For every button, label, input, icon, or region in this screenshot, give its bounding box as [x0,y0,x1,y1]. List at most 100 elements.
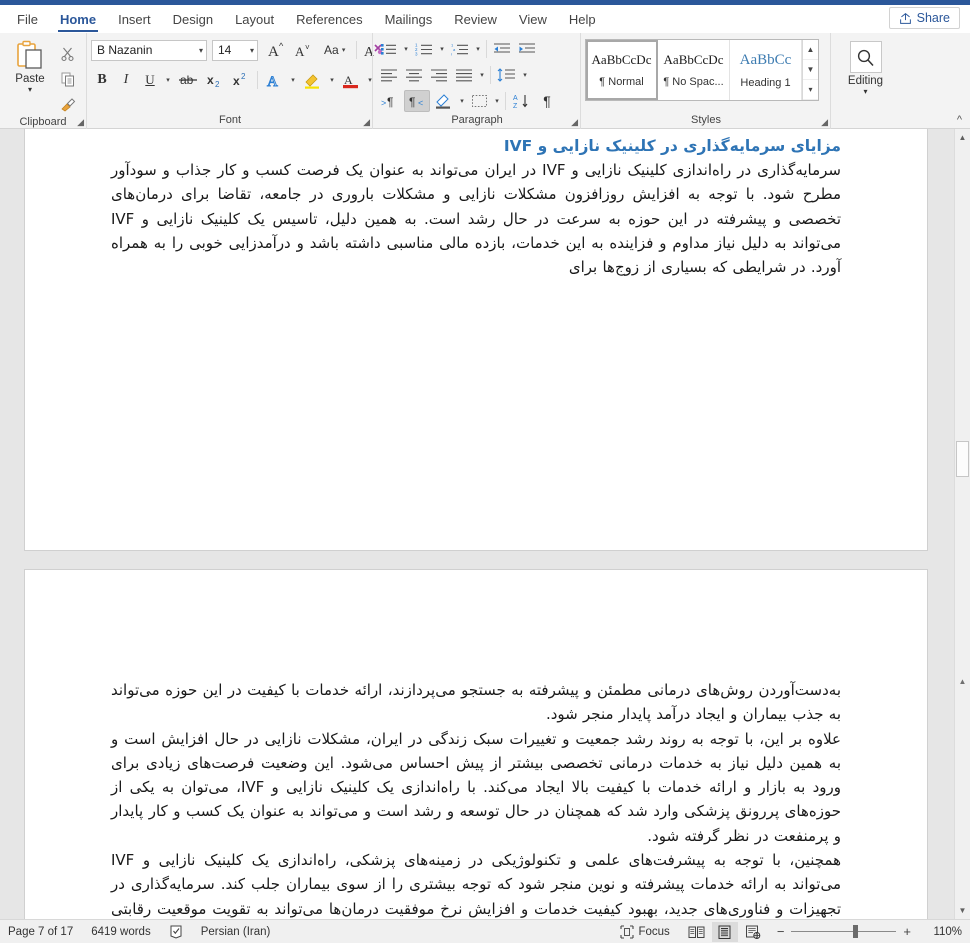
editing-button[interactable]: Editing ▾ [838,37,894,96]
clipboard-dialog-launcher[interactable]: ◢ [77,117,84,128]
group-label-paragraph: Paragraph [451,114,503,126]
superscript-button[interactable]: x2 [229,69,253,91]
scroll-split-icon[interactable]: ▲ [955,674,970,688]
style-no-spacing[interactable]: AaBbCcDc ¶ No Spac... [658,40,730,100]
share-icon [899,12,912,25]
page-1-content[interactable]: مزایای سرمایه‌گذاری در کلینیک نازایی و I… [25,129,927,279]
subscript-button[interactable]: x2 [203,69,227,91]
align-left-button[interactable] [377,64,401,86]
tab-home[interactable]: Home [49,10,107,33]
tab-view[interactable]: View [508,10,558,33]
styles-gallery[interactable]: AaBbCcDc ¶ Normal AaBbCcDc ¶ No Spac... … [585,39,819,101]
web-layout-button[interactable] [740,922,766,942]
tab-layout[interactable]: Layout [224,10,285,33]
font-name-combo[interactable]: B Nazanin ▾ [91,39,207,61]
highlight-chevron-down-icon[interactable]: ▾ [327,76,337,84]
proofing-status[interactable] [169,925,183,939]
share-button[interactable]: Share [888,7,960,29]
underline-chevron-down-icon[interactable]: ▾ [163,76,173,84]
svg-text:x: x [233,74,240,88]
text-effects-button[interactable]: A [262,69,286,91]
paragraph-dialog-launcher[interactable]: ◢ [571,117,578,128]
styles-dialog-launcher[interactable]: ◢ [821,117,828,128]
focus-button[interactable]: Focus [620,924,670,939]
tab-file[interactable]: File [6,10,49,33]
zoom-slider[interactable]: − + [774,924,914,939]
page-2-paragraph-2: علاوه بر این، با توجه به روند رشد جمعیت … [111,729,842,845]
print-layout-button[interactable] [711,921,738,942]
styles-scroll-up-icon[interactable]: ▲ [803,40,818,60]
scrollbar-thumb[interactable] [956,441,969,477]
strikethrough-button[interactable]: ab [175,69,201,91]
tab-insert[interactable]: Insert [107,10,162,33]
scroll-up-icon[interactable]: ▲ [955,129,970,146]
collapse-ribbon-icon[interactable]: ^ [957,114,962,126]
chevron-down-icon: ▾ [249,45,254,55]
tab-mailings[interactable]: Mailings [374,10,444,33]
zoom-thumb[interactable] [853,925,859,938]
document-canvas[interactable]: مزایای سرمایه‌گذاری در کلینیک نازایی و I… [0,129,970,919]
line-spacing-button[interactable] [494,64,519,86]
zoom-track[interactable] [791,925,897,938]
highlight-button[interactable] [300,69,325,91]
word-count-status[interactable]: 6419 words [91,926,150,938]
tab-help[interactable]: Help [558,10,607,33]
scroll-down-icon[interactable]: ▼ [955,902,970,919]
justify-chevron-down-icon[interactable]: ▾ [477,71,487,79]
borders-chevron-down-icon[interactable]: ▾ [492,97,502,105]
font-dialog-launcher[interactable]: ◢ [363,117,370,128]
underline-button[interactable]: U [139,69,161,91]
show-paragraph-marks-button[interactable]: ¶ [536,90,558,112]
zoom-out-button[interactable]: − [774,924,788,939]
tab-design[interactable]: Design [162,10,224,33]
page-2-content[interactable]: به‌دست‌آوردن روش‌های درمانی مطمئن و پیشر… [25,570,927,919]
multilevel-chevron-down-icon[interactable]: ▾ [473,45,483,53]
increase-indent-button[interactable] [515,38,539,60]
borders-button[interactable] [468,90,491,112]
bold-button[interactable]: B [91,69,113,91]
font-size-combo[interactable]: 14 ▾ [212,39,258,61]
zoom-level-label[interactable]: 110% [922,926,962,938]
justify-button[interactable] [452,64,476,86]
chevron-down-icon[interactable]: ▾ [28,86,32,94]
line-spacing-chevron-down-icon[interactable]: ▾ [520,71,530,79]
format-painter-button[interactable] [56,93,80,115]
right-to-left-button[interactable]: ¶ < [404,90,430,112]
numbering-button[interactable]: 123 [412,38,436,60]
grow-font-button[interactable]: A ^ [264,39,289,61]
chevron-down-icon[interactable]: ▾ [863,88,867,96]
styles-more-icon[interactable]: ▾ [803,80,818,100]
copy-button[interactable] [56,68,80,90]
font-color-button[interactable]: A [339,69,363,91]
page-number-status[interactable]: Page 7 of 17 [8,926,73,938]
shrink-font-button[interactable]: A ˅ [291,39,316,61]
paste-button[interactable]: Paste ▾ [4,37,56,94]
tab-references[interactable]: References [285,10,373,33]
read-mode-button[interactable] [684,922,710,942]
style-heading-1[interactable]: AaBbCс Heading 1 [730,40,802,100]
chevron-down-icon: ▾ [198,45,203,55]
change-case-button[interactable]: Aa ▾ [321,39,352,61]
change-case-icon: Aa [324,43,339,57]
align-center-button[interactable] [402,64,426,86]
numbering-chevron-down-icon[interactable]: ▾ [437,45,447,53]
zoom-in-button[interactable]: + [900,924,914,939]
bullets-chevron-down-icon[interactable]: ▾ [401,45,411,53]
share-label: Share [916,11,950,25]
styles-scroll-down-icon[interactable]: ▼ [803,60,818,80]
vertical-scrollbar[interactable]: ▲ ▲ ▼ [954,129,970,919]
shading-chevron-down-icon[interactable]: ▾ [457,97,467,105]
italic-button[interactable]: I [115,69,137,91]
bullets-button[interactable] [377,38,400,60]
language-status[interactable]: Persian (Iran) [201,926,271,938]
tab-review[interactable]: Review [443,10,508,33]
left-to-right-button[interactable]: > ¶ [377,90,403,112]
shading-button[interactable] [431,90,456,112]
sort-button[interactable]: AZ [509,90,535,112]
multilevel-list-button[interactable]: 1ai [448,38,472,60]
decrease-indent-button[interactable] [490,38,514,60]
cut-button[interactable] [56,43,80,65]
style-normal[interactable]: AaBbCcDc ¶ Normal [586,40,658,100]
text-effects-chevron-down-icon[interactable]: ▾ [288,76,298,84]
align-right-button[interactable] [427,64,451,86]
